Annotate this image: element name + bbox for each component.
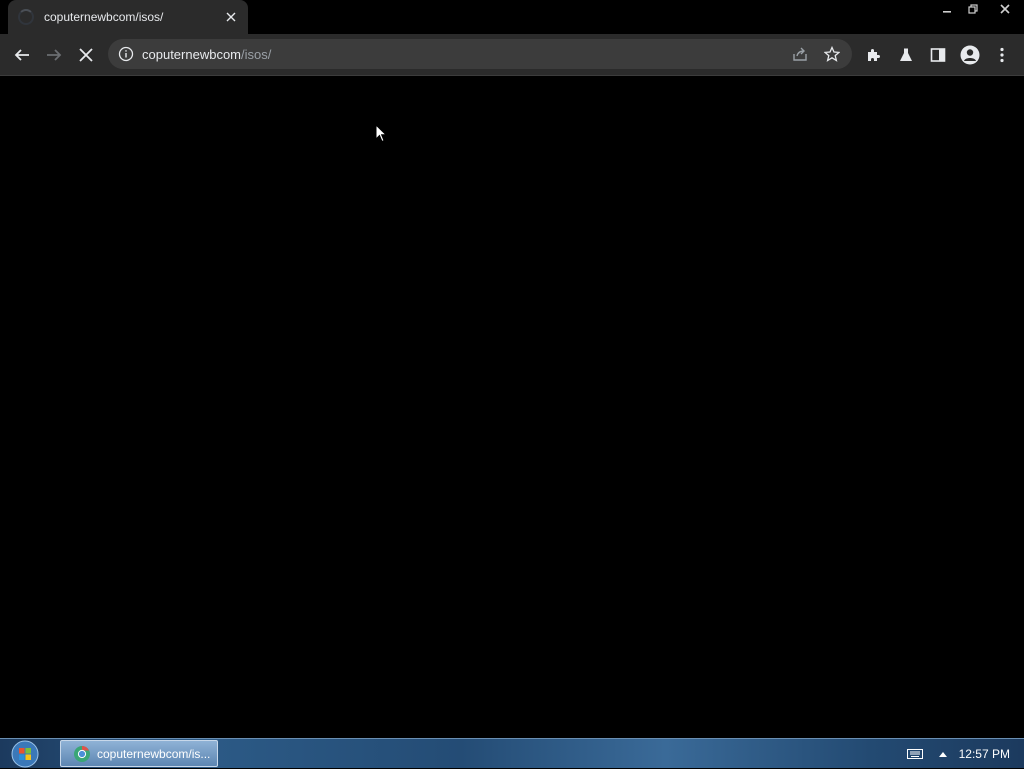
taskbar-chrome-button[interactable]: coputernewbcom/is... [60,740,218,767]
site-info-icon[interactable] [118,46,134,62]
chrome-app-icon [74,745,90,762]
side-panel-icon[interactable] [924,41,952,69]
extensions-puzzle-icon[interactable] [860,41,888,69]
system-tray: 12:57 PM [906,739,1024,769]
url-text: coputernewbcom/isos/ [142,47,271,62]
url-host: coputernewbcom [142,46,241,62]
window-controls [934,0,1024,18]
taskbar: coputernewbcom/is... 12:57 PM [0,738,1024,768]
menu-kebab-icon[interactable] [988,41,1016,69]
labs-flask-icon[interactable] [892,41,920,69]
tab-close-icon[interactable] [222,8,240,26]
share-icon[interactable] [786,40,814,68]
taskbar-button-label: coputernewbcom/is... [97,746,211,761]
browser-toolbar: coputernewbcom/isos/ [0,34,1024,76]
taskbar-clock[interactable]: 12:57 PM [959,747,1010,761]
forward-arrow-icon[interactable] [40,41,68,69]
start-button[interactable] [8,739,42,769]
show-hidden-icons-icon[interactable] [938,751,947,757]
page-content[interactable] [0,76,1024,738]
keyboard-icon[interactable] [906,749,923,759]
back-arrow-icon[interactable] [8,41,36,69]
address-bar[interactable]: coputernewbcom/isos/ [108,39,852,69]
url-path: /isos/ [241,46,272,62]
restore-icon[interactable] [960,0,986,18]
profile-avatar-icon[interactable] [956,41,984,69]
browser-tab[interactable]: coputernewbcom/isos/ [8,0,248,34]
loading-spinner-icon [18,9,34,25]
window-close-icon[interactable] [986,0,1024,18]
tab-strip: coputernewbcom/isos/ [0,0,1024,34]
tab-title: coputernewbcom/isos/ [44,10,164,24]
windows-logo-icon [11,740,39,768]
stop-loading-icon[interactable] [72,41,100,69]
minimize-icon[interactable] [934,0,960,18]
mouse-cursor-icon [375,123,388,148]
bookmark-star-icon[interactable] [818,40,846,68]
